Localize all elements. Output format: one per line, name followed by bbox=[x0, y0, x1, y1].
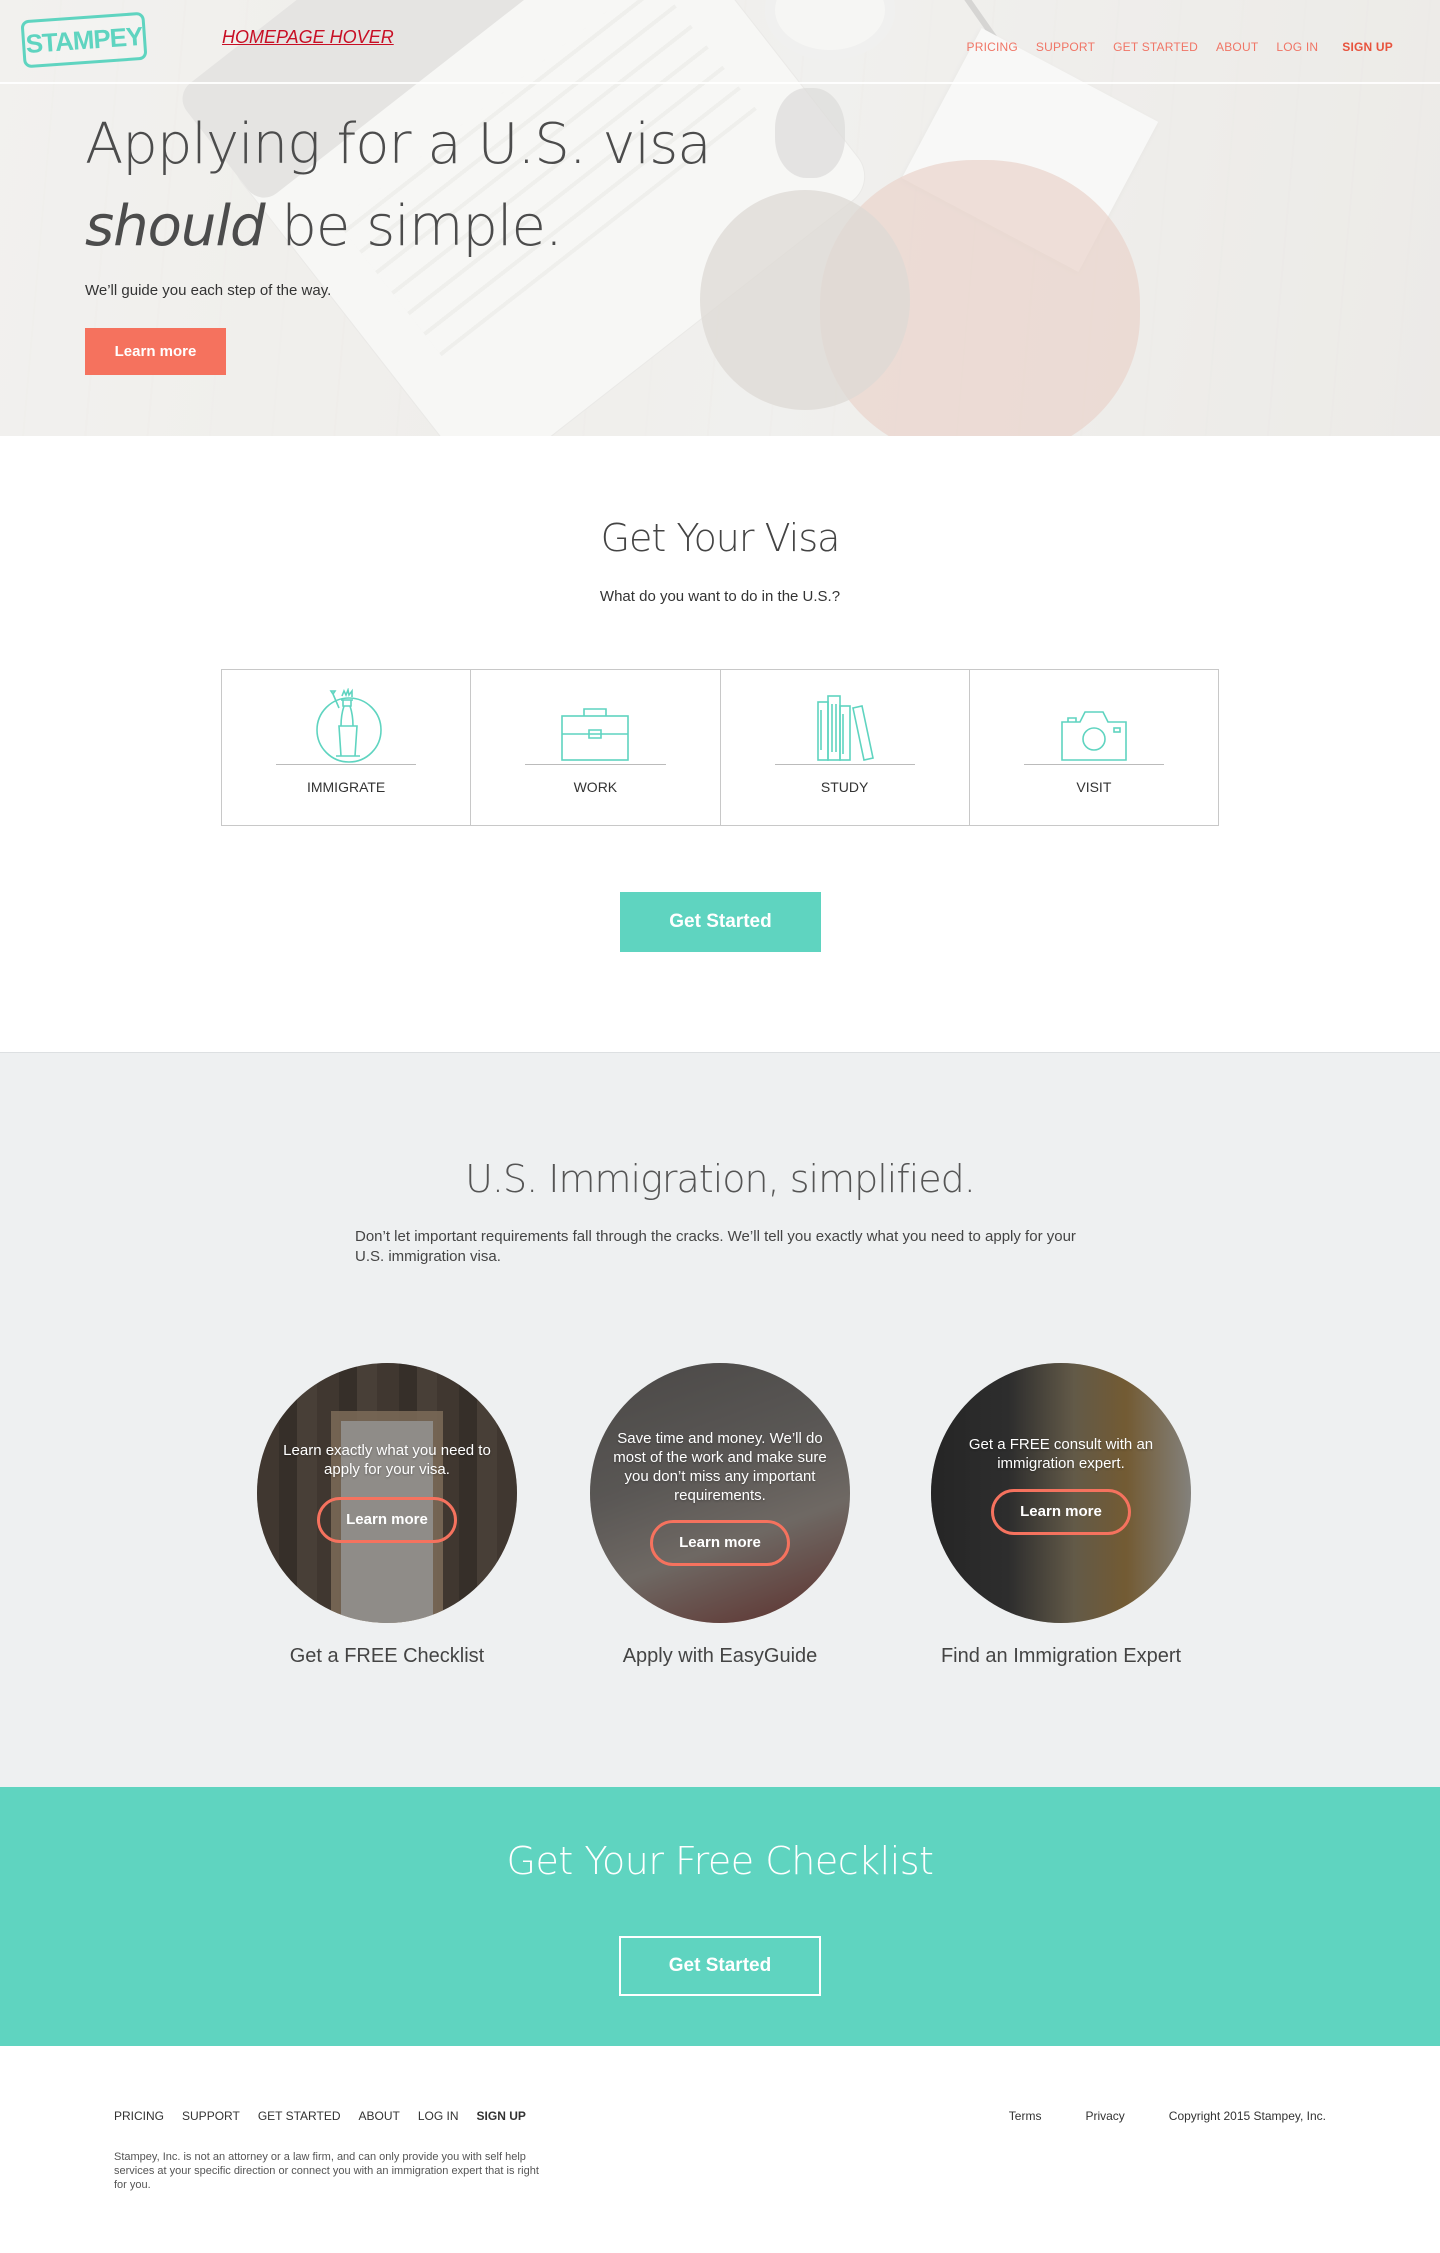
hero-title-emphasis: should bbox=[85, 194, 266, 259]
feature-title: Apply with EasyGuide bbox=[622, 1645, 818, 1667]
feature-title: Find an Immigration Expert bbox=[940, 1645, 1182, 1667]
visa-option-work[interactable]: WORK bbox=[471, 670, 721, 825]
statue-of-liberty-icon bbox=[316, 688, 382, 763]
simplified-description: Don’t let important requirements fall th… bbox=[355, 1228, 1076, 1265]
nav-support[interactable]: SUPPORT bbox=[1036, 40, 1095, 54]
camera-icon bbox=[1061, 711, 1127, 761]
footer-sign-up[interactable]: SIGN UP bbox=[477, 2109, 526, 2123]
footer-disclaimer: Stampey, Inc. is not an attorney or a la… bbox=[114, 2151, 539, 2191]
briefcase-icon bbox=[561, 708, 630, 761]
visa-option-label: STUDY bbox=[820, 779, 869, 795]
get-your-visa-section: Get Your Visa What do you want to do in … bbox=[0, 436, 1440, 1052]
nav-links: PRICING SUPPORT GET STARTED ABOUT LOG IN… bbox=[949, 40, 1393, 54]
feature-overlay-text: Get a FREE consult with an immigration e… bbox=[968, 1436, 1154, 1472]
nav-get-started[interactable]: GET STARTED bbox=[1113, 40, 1198, 54]
footer-legal-links: Terms Privacy Copyright 2015 Stampey, In… bbox=[965, 2109, 1326, 2123]
visa-get-started-button[interactable]: Get Started bbox=[620, 892, 821, 952]
hero-title-line1: Applying for a U.S. visa bbox=[85, 112, 712, 177]
footer-log-in[interactable]: LOG IN bbox=[418, 2109, 459, 2123]
hero-subtitle: We’ll guide you each step of the way. bbox=[85, 282, 332, 299]
books-icon bbox=[816, 695, 874, 761]
nav-pricing[interactable]: PRICING bbox=[967, 40, 1018, 54]
simplified-title: U.S. Immigration, simplified. bbox=[465, 1157, 976, 1201]
feature-learn-more-button[interactable]: Learn more bbox=[650, 1520, 790, 1566]
free-checklist-band: Get Your Free Checklist Get Started bbox=[0, 1787, 1440, 2046]
nav-log-in[interactable]: LOG IN bbox=[1276, 40, 1318, 54]
footer-about[interactable]: ABOUT bbox=[359, 2109, 400, 2123]
visa-option-label: VISIT bbox=[1076, 779, 1112, 795]
hero-section: STAMPEY HOMEPAGE HOVER PRICING SUPPORT G… bbox=[0, 0, 1440, 436]
checklist-title: Get Your Free Checklist bbox=[506, 1839, 934, 1883]
hero-learn-more-button[interactable]: Learn more bbox=[85, 328, 226, 375]
footer-copyright: Copyright 2015 Stampey, Inc. bbox=[1168, 2109, 1326, 2123]
visa-options: IMMIGRATE WORK STUDY VISIT bbox=[221, 669, 1219, 826]
visa-option-label: IMMIGRATE bbox=[306, 779, 386, 795]
visa-option-study[interactable]: STUDY bbox=[721, 670, 970, 825]
homepage-hover-label: HOMEPAGE HOVER bbox=[222, 27, 394, 47]
feature-checklist-circle[interactable]: Learn exactly what you need to apply for… bbox=[257, 1363, 517, 1623]
visa-section-title: Get Your Visa bbox=[600, 516, 841, 560]
nav-sign-up[interactable]: SIGN UP bbox=[1342, 40, 1393, 54]
feature-title: Get a FREE Checklist bbox=[289, 1645, 485, 1667]
footer-links: PRICING SUPPORT GET STARTED ABOUT LOG IN… bbox=[114, 2109, 544, 2123]
feature-overlay-text: Learn exactly what you need to apply for… bbox=[283, 1442, 491, 1478]
feature-expert-circle[interactable]: Get a FREE consult with an immigration e… bbox=[931, 1363, 1191, 1623]
checklist-get-started-button[interactable]: Get Started bbox=[619, 1936, 821, 1996]
visa-option-visit[interactable]: VISIT bbox=[970, 670, 1218, 825]
feature-learn-more-button[interactable]: Learn more bbox=[317, 1497, 457, 1543]
immigration-simplified-section: U.S. Immigration, simplified. Don’t let … bbox=[0, 1052, 1440, 1787]
feature-easyguide-circle[interactable]: Save time and money. We’ll do most of th… bbox=[590, 1363, 850, 1623]
feature-overlay-text: Save time and money. We’ll do most of th… bbox=[613, 1430, 827, 1504]
footer-privacy[interactable]: Privacy bbox=[1085, 2109, 1124, 2123]
hero-title: Applying for a U.S. visa should be simpl… bbox=[85, 104, 712, 268]
hero-title-rest: be simple. bbox=[264, 194, 562, 259]
nav-about[interactable]: ABOUT bbox=[1216, 40, 1258, 54]
top-nav: STAMPEY HOMEPAGE HOVER PRICING SUPPORT G… bbox=[0, 0, 1440, 84]
footer-support[interactable]: SUPPORT bbox=[182, 2109, 240, 2123]
visa-option-label: WORK bbox=[573, 779, 618, 795]
visa-question: What do you want to do in the U.S.? bbox=[599, 588, 841, 605]
stampey-logo[interactable]: STAMPEY bbox=[20, 11, 148, 69]
visa-option-immigrate[interactable]: IMMIGRATE bbox=[222, 670, 472, 825]
feature-learn-more-button[interactable]: Learn more bbox=[991, 1489, 1131, 1535]
footer-pricing[interactable]: PRICING bbox=[114, 2109, 164, 2123]
footer: PRICING SUPPORT GET STARTED ABOUT LOG IN… bbox=[0, 2046, 1440, 2253]
footer-get-started[interactable]: GET STARTED bbox=[258, 2109, 341, 2123]
footer-terms[interactable]: Terms bbox=[1009, 2109, 1042, 2123]
